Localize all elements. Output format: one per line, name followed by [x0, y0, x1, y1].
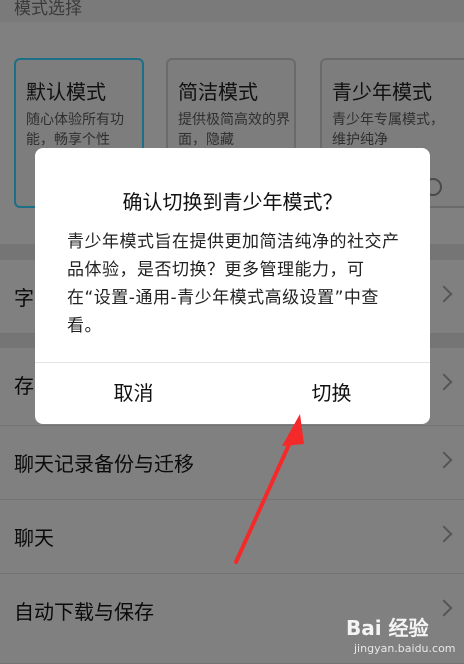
arrow-shaft — [234, 436, 294, 564]
watermark-url: jingyan.baidu.com — [354, 642, 456, 655]
arrow-head — [282, 414, 304, 446]
red-arrow-annotation — [234, 414, 304, 564]
watermark-logo: Bai 经验 — [346, 616, 429, 640]
baidu-jingyan-watermark: Bai 经验 jingyan.baidu.com — [346, 612, 458, 660]
